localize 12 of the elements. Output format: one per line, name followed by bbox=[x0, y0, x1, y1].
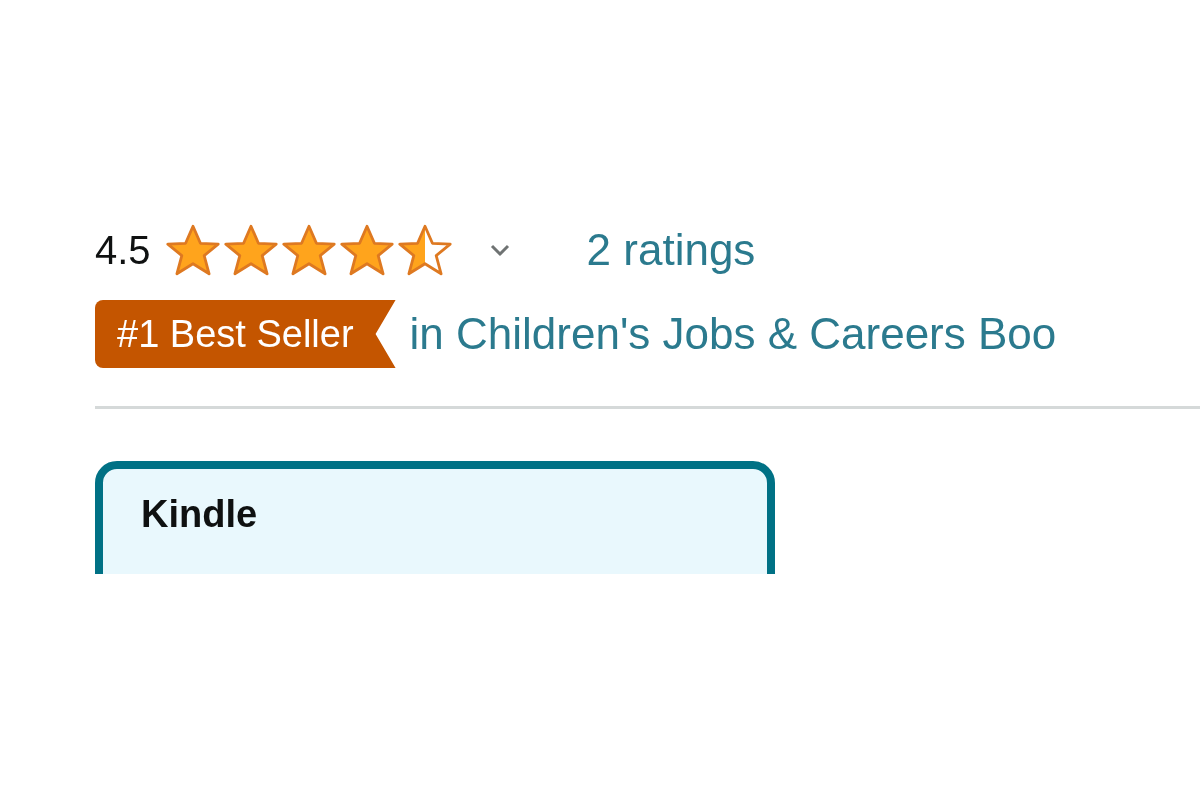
chevron-down-icon[interactable] bbox=[488, 243, 511, 257]
star-icon bbox=[222, 223, 279, 277]
star-icon bbox=[280, 223, 337, 277]
ratings-link[interactable]: 2 ratings bbox=[586, 228, 756, 272]
star-icon bbox=[396, 223, 453, 277]
star-icon bbox=[338, 223, 395, 277]
rating-value: 4.5 bbox=[95, 230, 151, 270]
best-seller-badge: #1 Best Seller bbox=[95, 300, 396, 368]
star-icon bbox=[164, 223, 221, 277]
format-title: Kindle bbox=[141, 495, 259, 533]
format-card[interactable]: Kindle bbox=[95, 461, 775, 574]
category-link[interactable]: in Children's Jobs & Careers Boo bbox=[409, 312, 1057, 356]
